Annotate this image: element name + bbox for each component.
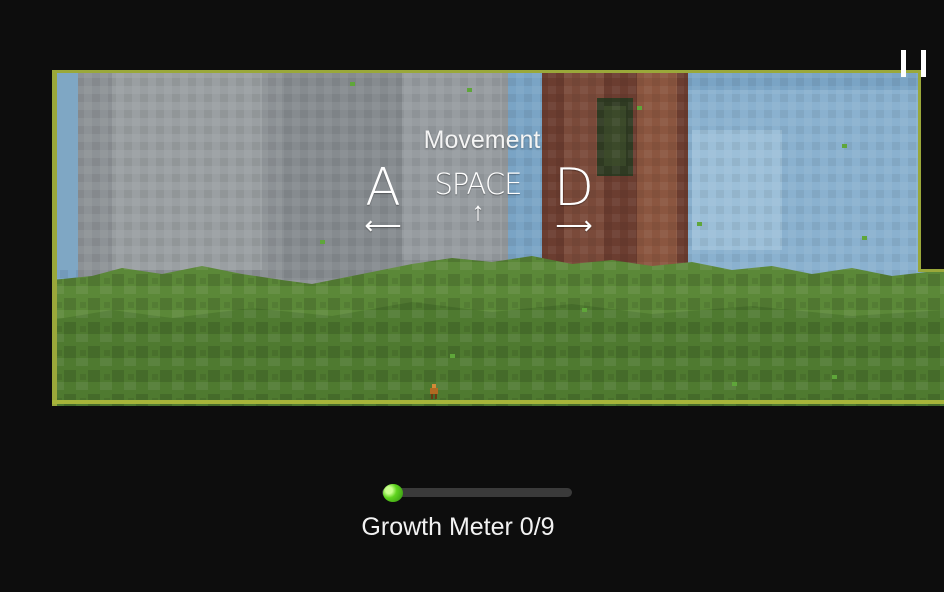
arrow-up-icon: ↑ [471, 196, 485, 226]
key-a-letter: A [365, 158, 401, 218]
growth-meter-label: Growth Meter 0/9 [361, 513, 555, 541]
key-d-letter: D [553, 158, 595, 218]
key-d-hint: D ⟶ [548, 158, 600, 240]
arrow-right-icon: ⟶ [555, 210, 593, 240]
pause-icon [901, 50, 906, 77]
movement-title: Movement [423, 126, 541, 154]
arrow-left-icon: ⟵ [364, 210, 402, 240]
pause-button[interactable] [898, 48, 930, 80]
key-a-hint: A ⟵ [358, 158, 408, 240]
game-level-scene [52, 70, 944, 406]
pause-icon-bar [921, 50, 926, 77]
seed-icon [383, 484, 403, 502]
growth-meter-bar [382, 484, 572, 502]
key-space-hint: SPACE ↑ [432, 166, 524, 236]
